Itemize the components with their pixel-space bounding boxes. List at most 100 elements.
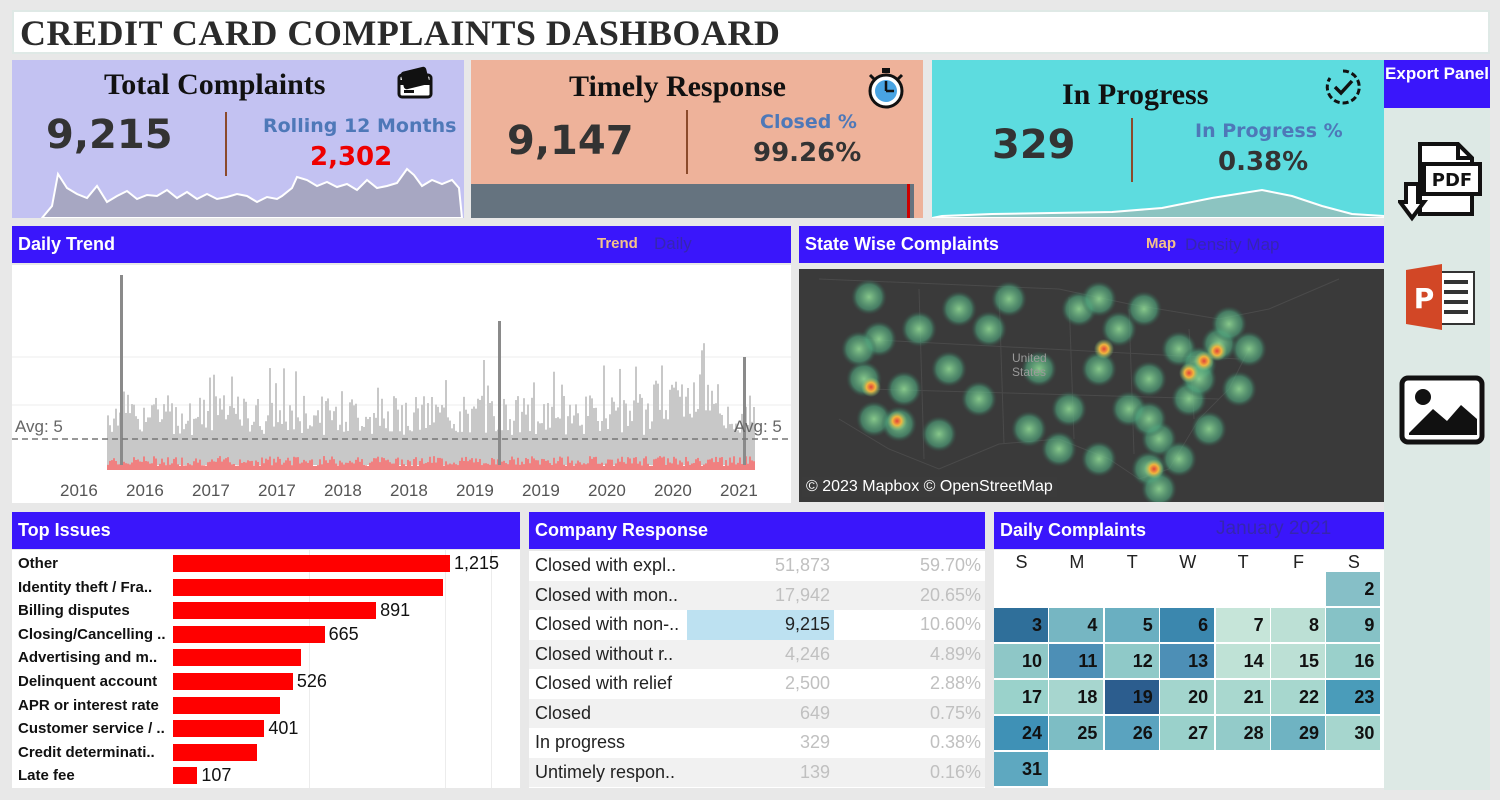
response-row[interactable]: Closed with expl.. 51,873 59.70% xyxy=(529,551,985,581)
dashboard-title: CREDIT CARD COMPLAINTS DASHBOARD xyxy=(20,13,781,53)
calendar-day[interactable]: 12 xyxy=(1104,644,1159,678)
kpi-in-progress[interactable]: In Progress 329 In Progress % 0.38% xyxy=(932,60,1384,218)
issue-row[interactable]: Late fee 107 xyxy=(12,764,512,787)
trend-sub-bar xyxy=(621,456,623,470)
image-icon[interactable] xyxy=(1399,375,1485,445)
issue-row[interactable]: Customer service / .. 401 xyxy=(12,717,512,740)
calendar-day[interactable]: 20 xyxy=(1160,680,1215,714)
issue-bar[interactable] xyxy=(173,743,258,761)
calendar-day[interactable]: 29 xyxy=(1271,716,1325,750)
issue-row[interactable]: Advertising and m.. xyxy=(12,646,512,669)
issue-row[interactable]: Billing disputes 891 xyxy=(12,599,512,622)
calendar-day[interactable]: 18 xyxy=(1049,680,1104,714)
company-response-table[interactable]: Closed with expl.. 51,873 59.70% Closed wit… xyxy=(529,551,985,788)
trend-bar xyxy=(319,422,321,465)
trend-sub-bar xyxy=(363,464,365,470)
calendar-day[interactable]: 30 xyxy=(1326,716,1381,750)
trend-sub-bar xyxy=(581,464,583,470)
calendar-day[interactable]: 26 xyxy=(1104,716,1159,750)
issue-bar[interactable] xyxy=(173,720,265,738)
issue-row[interactable]: Identity theft / Fra.. xyxy=(12,576,512,599)
trend-sub-bar xyxy=(599,463,601,470)
calendar-day[interactable]: 13 xyxy=(1160,644,1215,678)
trend-bar xyxy=(525,414,527,465)
trend-bar xyxy=(313,415,315,465)
calendar-day[interactable]: 10 xyxy=(994,644,1048,678)
calendar-day[interactable]: 27 xyxy=(1160,716,1215,750)
issue-row[interactable]: Delinquent account 526 xyxy=(12,670,512,693)
response-row[interactable]: Closed 649 0.75% xyxy=(529,698,985,728)
map-toggle-active[interactable]: Map xyxy=(1146,235,1176,252)
trend-bar xyxy=(523,398,525,465)
trend-sub-bar xyxy=(733,456,735,470)
issue-bar[interactable] xyxy=(173,673,293,690)
trend-toggle-inactive[interactable]: Daily xyxy=(654,234,692,254)
state-density-map[interactable]: United States © 2023 Mapbox © OpenStreetM… xyxy=(799,269,1384,502)
trend-sub-bar xyxy=(575,463,577,470)
response-row[interactable]: Closed without r.. 4,246 4.89% xyxy=(529,639,985,669)
calendar-day[interactable]: 24 xyxy=(994,716,1048,750)
response-row[interactable]: Closed with non-.. 9,215 10.60% xyxy=(529,610,985,640)
map-attribution[interactable]: © 2023 Mapbox © OpenStreetMap xyxy=(802,477,1057,497)
issue-bar[interactable] xyxy=(173,625,325,643)
trend-sub-bar xyxy=(441,458,443,470)
calendar-day[interactable]: 8 xyxy=(1271,608,1325,642)
pdf-icon[interactable]: PDF xyxy=(1398,140,1482,224)
trend-sub-bar xyxy=(521,461,523,470)
calendar-day[interactable]: 2 xyxy=(1326,572,1381,606)
calendar-day[interactable]: 31 xyxy=(994,752,1048,786)
trend-sub-bar xyxy=(631,463,633,470)
calendar-day[interactable]: 25 xyxy=(1049,716,1104,750)
export-panel-button[interactable]: Export Panel xyxy=(1384,60,1490,108)
issue-row[interactable]: Closing/Cancelling .. 665 xyxy=(12,623,512,646)
kpi-total-complaints[interactable]: Total Complaints 9,215 Rolling 12 Months… xyxy=(12,60,464,218)
trend-bar xyxy=(599,430,601,465)
powerpoint-icon[interactable]: P xyxy=(1404,262,1476,332)
issue-row[interactable]: APR or interest rate xyxy=(12,694,512,717)
response-row[interactable]: Closed with mon.. 17,942 20.65% xyxy=(529,580,985,610)
calendar-day[interactable]: 5 xyxy=(1104,608,1159,642)
issue-bar[interactable] xyxy=(173,696,281,714)
response-row[interactable]: In progress 329 0.38% xyxy=(529,728,985,758)
issue-row[interactable]: Other 1,215 xyxy=(12,552,512,575)
calendar-day[interactable]: 7 xyxy=(1215,608,1270,642)
trend-sub-bar xyxy=(111,460,113,470)
calendar-day[interactable]: 23 xyxy=(1326,680,1381,714)
trend-sub-bar xyxy=(717,461,719,470)
response-row[interactable]: Untimely respon.. 139 0.16% xyxy=(529,757,985,787)
trend-bar xyxy=(619,368,621,465)
map-toggle-inactive[interactable]: Density Map xyxy=(1185,235,1279,255)
trend-sub-bar xyxy=(611,459,613,470)
calendar-day[interactable]: 6 xyxy=(1160,608,1215,642)
response-row[interactable]: Closed with relief 2,500 2.88% xyxy=(529,669,985,699)
trend-sub-bar xyxy=(549,463,551,470)
issue-bar[interactable] xyxy=(173,555,450,572)
issue-bar[interactable] xyxy=(173,649,301,667)
calendar-day[interactable]: 15 xyxy=(1271,644,1325,678)
top-issues-chart[interactable]: Other 1,215 Identity theft / Fra.. Billing … xyxy=(12,550,520,788)
calendar-day[interactable]: 9 xyxy=(1326,608,1381,642)
trend-sub-bar xyxy=(137,459,139,470)
issue-bar[interactable] xyxy=(173,578,444,596)
daily-trend-chart[interactable]: Avg: 5 Avg: 5 2016 2016 2017 2017 2018 2018 20… xyxy=(12,265,791,503)
calendar-day[interactable]: 19 xyxy=(1104,680,1159,714)
issue-bar[interactable] xyxy=(173,767,198,785)
calendar-day[interactable]: 21 xyxy=(1215,680,1270,714)
issue-bar[interactable] xyxy=(173,602,377,620)
issue-row[interactable]: Credit determinati.. xyxy=(12,741,512,764)
calendar-day[interactable]: 16 xyxy=(1326,644,1381,678)
calendar-day[interactable]: 3 xyxy=(994,608,1048,642)
kpi-timely-response[interactable]: Timely Response 9,147 Closed % 99.26% xyxy=(471,60,923,218)
trend-toggle-active[interactable]: Trend xyxy=(597,235,638,252)
calendar-day[interactable]: 28 xyxy=(1215,716,1270,750)
calendar-day[interactable]: 11 xyxy=(1049,644,1104,678)
trend-sub-bar xyxy=(211,459,213,470)
calendar-day[interactable]: 22 xyxy=(1271,680,1325,714)
calendar-grid[interactable]: S M T W T F S 2 3 4 5 6 7 8 9 10 11 12 13 14 15 16 17 18 19 20 21 2… xyxy=(994,550,1384,788)
trend-sub-bar xyxy=(153,456,155,470)
calendar-day[interactable]: 4 xyxy=(1049,608,1104,642)
calendar-day[interactable]: 14 xyxy=(1215,644,1270,678)
calendar-day[interactable]: 17 xyxy=(994,680,1048,714)
trend-bar xyxy=(269,368,271,465)
calendar-month-label[interactable]: January 2021 xyxy=(1216,518,1331,540)
